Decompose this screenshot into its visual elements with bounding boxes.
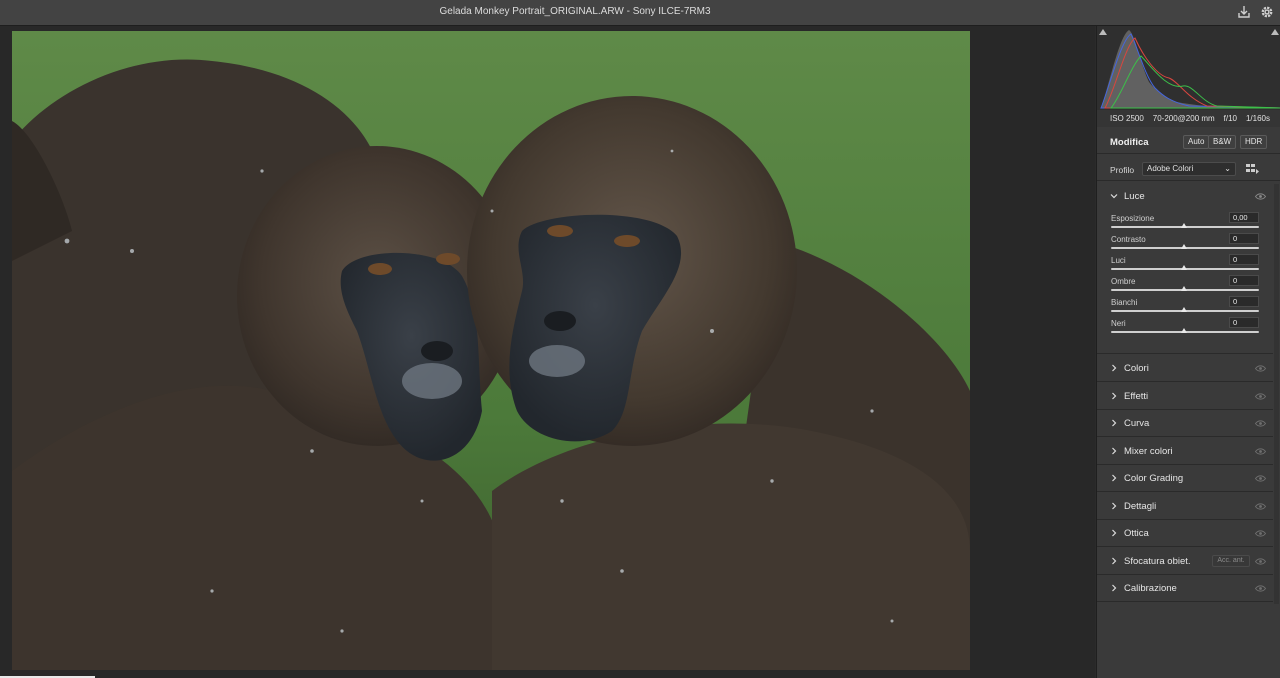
- slider-value-input[interactable]: 0: [1229, 254, 1259, 265]
- section-label: Colori: [1124, 363, 1149, 374]
- profile-select[interactable]: Adobe Colori ⌄: [1142, 162, 1236, 176]
- slider-contrast: Contrasto 0: [1097, 232, 1273, 253]
- slider-thumb[interactable]: [1181, 265, 1187, 270]
- slider-value-input[interactable]: 0: [1229, 317, 1259, 328]
- photo-image: [12, 31, 970, 670]
- chevron-right-icon: [1112, 557, 1117, 565]
- section-lens-blur-header[interactable]: Sfocatura obiet. Acc. ant.: [1097, 548, 1273, 575]
- section-optics-header[interactable]: Ottica: [1097, 520, 1273, 547]
- auto-button[interactable]: Auto: [1183, 135, 1210, 149]
- section-label: Dettagli: [1124, 501, 1157, 512]
- slider-label: Ombre: [1111, 277, 1136, 286]
- eye-icon[interactable]: [1255, 420, 1266, 427]
- profile-browser-icon[interactable]: [1246, 163, 1260, 175]
- hdr-button[interactable]: HDR: [1240, 135, 1268, 149]
- slider-label: Esposizione: [1111, 214, 1155, 223]
- profile-row: Profilo Adobe Colori ⌄: [1097, 157, 1280, 181]
- section-label: Curva: [1124, 418, 1150, 429]
- eye-icon[interactable]: [1255, 365, 1266, 372]
- bw-button[interactable]: B&W: [1208, 135, 1237, 149]
- aperture-value: f/10: [1223, 114, 1237, 123]
- slider-thumb[interactable]: [1181, 244, 1187, 249]
- chevron-right-icon: [1112, 529, 1117, 537]
- divider: [1097, 353, 1273, 354]
- profile-value: Adobe Colori: [1147, 164, 1194, 173]
- chevron-right-icon: [1112, 364, 1117, 372]
- section-label: Mixer colori: [1124, 446, 1173, 457]
- slider-exposure: Esposizione 0,00: [1097, 211, 1273, 232]
- chevron-right-icon: [1112, 447, 1117, 455]
- chevron-down-icon: ⌄: [1224, 164, 1231, 173]
- shutter-value: 1/160s: [1245, 114, 1270, 123]
- chevron-right-icon: [1112, 419, 1117, 427]
- eye-icon[interactable]: [1255, 585, 1266, 592]
- slider-label: Luci: [1111, 256, 1126, 265]
- highlight-clipping-icon[interactable]: [1271, 27, 1279, 35]
- eye-icon[interactable]: [1255, 530, 1266, 537]
- eye-icon[interactable]: [1255, 475, 1266, 482]
- slider-value-input[interactable]: 0: [1229, 275, 1259, 286]
- panel-scrollbar[interactable]: [1274, 184, 1279, 604]
- early-access-button[interactable]: Acc. ant.: [1212, 555, 1250, 567]
- section-label: Calibrazione: [1124, 583, 1177, 594]
- slider-label: Contrasto: [1111, 235, 1146, 244]
- slider-thumb[interactable]: [1181, 307, 1187, 312]
- slider-thumb[interactable]: [1181, 328, 1187, 333]
- eye-icon[interactable]: [1255, 448, 1266, 455]
- slider-thumb[interactable]: [1181, 223, 1187, 228]
- eye-icon[interactable]: [1255, 503, 1266, 510]
- slider-value-input[interactable]: 0,00: [1229, 212, 1259, 223]
- slider-label: Neri: [1111, 319, 1126, 328]
- edit-header: Modifica Auto B&W HDR: [1097, 129, 1280, 154]
- edit-panel: ISO 2500 70-200@200 mm f/10 1/160s Modif…: [1096, 26, 1280, 678]
- chevron-right-icon: [1112, 502, 1117, 510]
- shadow-clipping-icon[interactable]: [1099, 27, 1107, 35]
- edit-title: Modifica: [1110, 137, 1149, 148]
- photo-preview[interactable]: [12, 31, 970, 670]
- section-colors-header[interactable]: Colori: [1097, 355, 1273, 382]
- section-label: Ottica: [1124, 528, 1149, 539]
- section-detail-header[interactable]: Dettagli: [1097, 493, 1273, 520]
- window-title: Gelada Monkey Portrait_ORIGINAL.ARW - So…: [439, 6, 711, 17]
- section-color-mixer-header[interactable]: Mixer colori: [1097, 438, 1273, 465]
- exif-info: ISO 2500 70-200@200 mm f/10 1/160s: [1097, 110, 1280, 127]
- export-icon[interactable]: [1236, 4, 1252, 20]
- section-label: Color Grading: [1124, 473, 1184, 484]
- iso-value: ISO 2500: [1110, 114, 1144, 123]
- eye-icon[interactable]: [1255, 393, 1266, 400]
- slider-shadows: Ombre 0: [1097, 274, 1273, 295]
- histogram: [1097, 26, 1280, 110]
- chevron-right-icon: [1112, 584, 1117, 592]
- section-color-grading-header[interactable]: Color Grading: [1097, 465, 1273, 492]
- slider-whites: Bianchi 0: [1097, 295, 1273, 316]
- chevron-right-icon: [1112, 474, 1117, 482]
- slider-blacks: Neri 0: [1097, 316, 1273, 337]
- slider-highlights: Luci 0: [1097, 253, 1273, 274]
- section-light-label: Luce: [1124, 191, 1145, 202]
- image-canvas[interactable]: [0, 26, 1095, 678]
- section-calibration-header[interactable]: Calibrazione: [1097, 575, 1273, 602]
- title-bar: Gelada Monkey Portrait_ORIGINAL.ARW - So…: [0, 0, 1280, 26]
- lens-value: 70-200@200 mm: [1152, 114, 1215, 123]
- eye-icon[interactable]: [1255, 193, 1266, 200]
- eye-icon[interactable]: [1255, 558, 1266, 565]
- slider-thumb[interactable]: [1181, 286, 1187, 291]
- section-label: Effetti: [1124, 391, 1149, 402]
- section-label: Sfocatura obiet.: [1124, 556, 1191, 567]
- profile-label: Profilo: [1110, 165, 1135, 175]
- section-light-header[interactable]: Luce: [1097, 183, 1273, 210]
- section-effects-header[interactable]: Effetti: [1097, 383, 1273, 410]
- slider-value-input[interactable]: 0: [1229, 296, 1259, 307]
- chevron-right-icon: [1112, 392, 1117, 400]
- slider-label: Bianchi: [1111, 298, 1138, 307]
- chevron-down-icon: [1110, 194, 1118, 199]
- gear-icon[interactable]: [1259, 4, 1275, 20]
- section-curve-header[interactable]: Curva: [1097, 410, 1273, 437]
- slider-value-input[interactable]: 0: [1229, 233, 1259, 244]
